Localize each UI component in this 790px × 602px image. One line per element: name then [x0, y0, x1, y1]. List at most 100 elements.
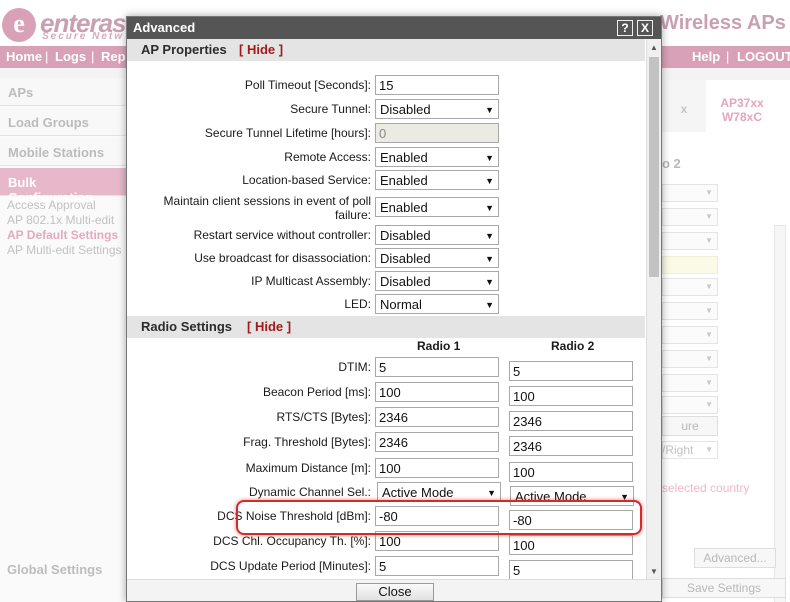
led-label: LED: [344, 297, 371, 311]
ap-properties-hide-link[interactable]: [ Hide ] [239, 42, 283, 57]
dtim-radio1-input[interactable]: 5 [375, 357, 499, 377]
bg-select[interactable] [662, 208, 718, 226]
chevron-down-icon: ▼ [485, 203, 494, 213]
advanced-dialog: Advanced ? X AP Properties [ Hide ] Poll… [126, 16, 662, 602]
beacon-period-radio2-input[interactable]: 100 [509, 386, 633, 406]
radio-settings-header: Radio Settings [ Hide ] [127, 316, 645, 338]
dialog-scrollbar[interactable]: ▲ ▼ [646, 39, 661, 579]
max-distance-radio1-input[interactable]: 100 [375, 458, 499, 478]
remote-access-value: Enabled [380, 150, 428, 165]
dialog-title: Advanced [133, 20, 196, 35]
radio-2-label: o 2 [662, 156, 681, 171]
dynamic-channel-radio1-value: Active Mode [382, 485, 454, 500]
broadcast-disassoc-label: Use broadcast for disassociation: [194, 251, 371, 265]
sidebar-sub-8021x-multi-edit[interactable]: AP 802.1x Multi-edit [7, 213, 114, 227]
ip-multicast-select[interactable]: Disabled ▼ [375, 271, 499, 291]
bg-select[interactable] [662, 441, 718, 459]
secure-tunnel-lifetime-input[interactable]: 0 [375, 123, 499, 143]
radio-settings-hide-link[interactable]: [ Hide ] [247, 319, 291, 334]
ip-multicast-value: Disabled [380, 274, 431, 289]
scroll-down-icon[interactable]: ▼ [650, 567, 658, 576]
bg-select[interactable] [662, 278, 718, 296]
sidebar-item-aps[interactable]: APs [0, 78, 126, 106]
sidebar-item-bulk-configuration[interactable]: Bulk Configuration [0, 168, 126, 205]
tab-partial[interactable]: x [662, 80, 706, 132]
led-value: Normal [380, 297, 422, 312]
max-distance-label: Maximum Distance [m]: [245, 461, 371, 475]
rts-cts-radio1-input[interactable]: 2346 [375, 407, 499, 427]
sidebar-sub-ap-default-settings[interactable]: AP Default Settings [7, 228, 118, 242]
bg-scrollbar[interactable] [774, 225, 786, 602]
location-service-value: Enabled [380, 173, 428, 188]
nav-separator: | [726, 49, 730, 64]
dcs-update-radio1-input[interactable]: 5 [375, 556, 499, 576]
bg-select[interactable] [662, 184, 718, 202]
scroll-up-icon[interactable]: ▲ [650, 43, 658, 52]
sidebar-sub-ap-multi-edit-settings[interactable]: AP Multi-edit Settings [7, 243, 122, 257]
secure-tunnel-select[interactable]: Disabled ▼ [375, 99, 499, 119]
scrollbar-thumb[interactable] [649, 57, 659, 277]
beacon-period-radio1-input[interactable]: 100 [375, 382, 499, 402]
location-service-label: Location-based Service: [242, 173, 371, 187]
help-icon[interactable]: ? [617, 20, 633, 36]
maintain-sessions-value: Enabled [380, 200, 428, 215]
frag-threshold-radio1-input[interactable]: 2346 [375, 432, 499, 452]
dynamic-channel-radio1-select[interactable]: Active Mode ▼ [377, 482, 501, 502]
radio-1-header: Radio 1 [417, 339, 461, 353]
poll-timeout-input[interactable]: 15 [375, 75, 499, 95]
sidebar-item-mobile-stations[interactable]: Mobile Stations [0, 138, 126, 166]
bg-configure-button[interactable]: ure [662, 416, 718, 436]
dialog-titlebar[interactable]: Advanced ? X [127, 17, 661, 39]
close-button[interactable]: Close [356, 583, 434, 601]
ap-properties-title: AP Properties [141, 42, 227, 57]
chevron-down-icon: ▼ [487, 488, 496, 498]
frag-threshold-label: Frag. Threshold [Bytes]: [243, 435, 371, 449]
bg-select[interactable] [662, 302, 718, 320]
dcs-update-radio2-input[interactable]: 5 [509, 560, 633, 579]
maintain-sessions-label-line1: Maintain client sessions in event of pol… [163, 194, 371, 208]
rts-cts-radio2-input[interactable]: 2346 [509, 411, 633, 431]
broadcast-disassoc-select[interactable]: Disabled ▼ [375, 248, 499, 268]
beacon-period-label: Beacon Period [ms]: [262, 385, 371, 399]
tab-ap37xx[interactable]: AP37xx W78xC [710, 80, 774, 132]
close-icon[interactable]: X [637, 20, 653, 36]
bg-save-settings-button[interactable]: Save Settings [662, 578, 786, 598]
dynamic-channel-label: Dynamic Channel Sel.: [248, 485, 371, 499]
max-distance-radio2-input[interactable]: 100 [509, 462, 633, 482]
sidebar: APs Load Groups Mobile Stations Bulk Con… [0, 78, 126, 602]
maintain-sessions-select[interactable]: Enabled ▼ [375, 197, 499, 217]
nav-separator: | [45, 49, 49, 64]
bg-select[interactable] [662, 326, 718, 344]
bg-select[interactable] [662, 374, 718, 392]
led-select[interactable]: Normal ▼ [375, 294, 499, 314]
bg-advanced-button[interactable]: Advanced... [694, 548, 776, 568]
nav-home[interactable]: Home [6, 49, 42, 64]
dtim-radio2-input[interactable]: 5 [509, 361, 633, 381]
remote-access-select[interactable]: Enabled ▼ [375, 147, 499, 167]
right-panel: x AP37xx W78xC o 2 ure /Right selected c… [662, 80, 790, 602]
bg-select[interactable] [662, 396, 718, 414]
rts-cts-label: RTS/CTS [Bytes]: [276, 410, 371, 424]
dynamic-channel-highlight [236, 500, 642, 535]
bg-select[interactable] [662, 232, 718, 250]
nav-help[interactable]: Help [692, 49, 720, 64]
frag-threshold-radio2-input[interactable]: 2346 [509, 436, 633, 456]
dtim-label: DTIM: [338, 360, 371, 374]
secure-tunnel-label: Secure Tunnel: [290, 102, 371, 116]
bg-select[interactable] [662, 350, 718, 368]
nav-reports[interactable]: Rep [101, 49, 126, 64]
sidebar-item-load-groups[interactable]: Load Groups [0, 108, 126, 136]
location-service-select[interactable]: Enabled ▼ [375, 170, 499, 190]
restart-service-select[interactable]: Disabled ▼ [375, 225, 499, 245]
nav-logout[interactable]: LOGOUT [737, 49, 790, 64]
nav-separator: | [91, 49, 95, 64]
dcs-occupancy-radio2-input[interactable]: 100 [509, 535, 633, 555]
bg-field[interactable] [662, 256, 718, 274]
chevron-down-icon: ▼ [485, 153, 494, 163]
chevron-down-icon: ▼ [485, 254, 494, 264]
sidebar-global-settings[interactable]: Global Settings [7, 562, 102, 577]
sidebar-sub-access-approval[interactable]: Access Approval [7, 198, 96, 212]
poll-timeout-label: Poll Timeout [Seconds]: [244, 78, 371, 92]
dialog-body: AP Properties [ Hide ] Poll Timeout [Sec… [127, 39, 645, 579]
nav-logs[interactable]: Logs [55, 49, 86, 64]
